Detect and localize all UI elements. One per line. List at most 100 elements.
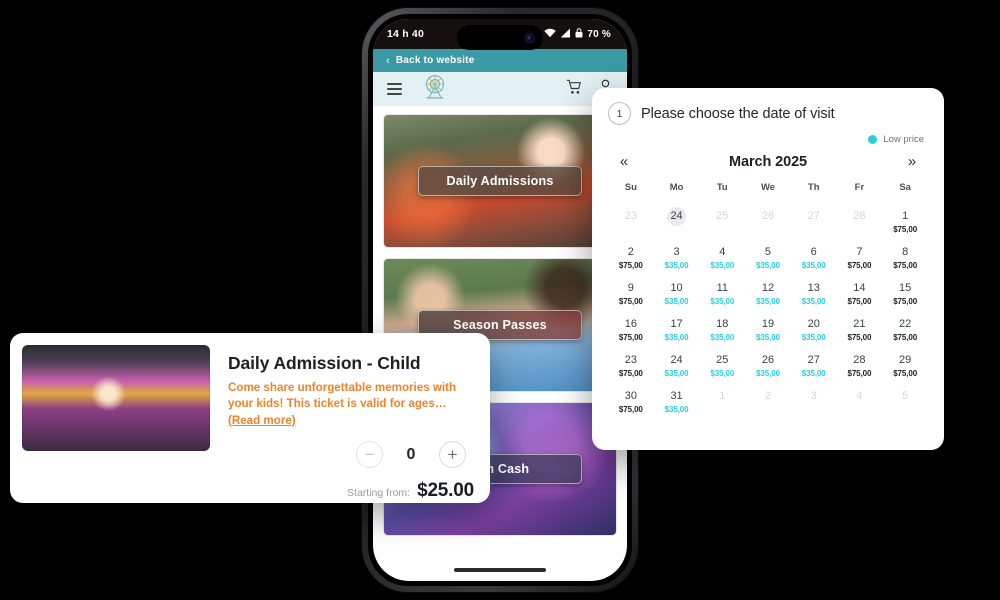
calendar-day-cell: 26: [745, 199, 791, 233]
weekday-label: Th: [807, 182, 820, 193]
calendar-day-cell[interactable]: 16 $75,00: [608, 307, 654, 342]
previous-month-button[interactable]: «: [614, 153, 634, 170]
calendar-day-cell[interactable]: 11 $35,00: [699, 271, 745, 306]
quantity-increase-button[interactable]: +: [439, 441, 466, 469]
calendar-day-cell[interactable]: 25 $35,00: [699, 343, 745, 378]
calendar-day-cell[interactable]: 10 $35,00: [654, 271, 700, 306]
home-indicator[interactable]: [454, 568, 546, 572]
low-price-dot-icon: [868, 135, 878, 144]
calendar-day-cell[interactable]: 24: [654, 199, 700, 233]
quantity-stepper: − 0 +: [228, 441, 478, 469]
calendar-day-cell[interactable]: 23 $75,00: [608, 343, 654, 378]
calendar-day-cell[interactable]: 4 $35,00: [699, 235, 745, 270]
calendar-day-price: $75,00: [847, 369, 872, 378]
current-month-label: March 2025: [729, 153, 807, 170]
calendar-day-cell: 4: [837, 379, 883, 413]
calendar-day-cell[interactable]: 19 $35,00: [745, 307, 791, 342]
calendar-day-price: $35,00: [801, 297, 826, 306]
calendar-day-cell[interactable]: 27 $35,00: [791, 343, 837, 378]
product-thumbnail-image: [22, 345, 210, 451]
calendar-day-grid: 23 24 25 26 27 28 1 $75,00 2 $75,00 3 $35,00 4 $35,00…: [608, 199, 928, 414]
calendar-day-cell[interactable]: 18 $35,00: [699, 307, 745, 342]
calendar-day-number: 18: [716, 318, 729, 330]
front-camera-icon: [524, 32, 535, 43]
back-to-website-bar[interactable]: ‹ Back to website: [373, 49, 627, 72]
calendar-day-number: 21: [853, 318, 866, 330]
calendar-day-number: 5: [764, 246, 772, 258]
product-card: Daily Admission - Child Come share unfor…: [10, 333, 490, 503]
calendar-day-number: 28: [853, 354, 866, 366]
calendar-day-price: $35,00: [801, 369, 826, 378]
weekday-label: Sa: [899, 182, 911, 193]
calendar-day-cell[interactable]: 20 $35,00: [791, 307, 837, 342]
calendar-day-price: $35,00: [801, 333, 826, 342]
calendar-day-number: 4: [856, 390, 863, 402]
calendar-day-cell[interactable]: 22 $75,00: [882, 307, 928, 342]
calendar-day-number: 28: [853, 210, 866, 222]
calendar-day-cell[interactable]: 28 $75,00: [837, 343, 883, 378]
calendar-day-cell[interactable]: 30 $75,00: [608, 379, 654, 414]
calendar-day-cell[interactable]: 9 $75,00: [608, 271, 654, 306]
calendar-day-number: 29: [899, 354, 912, 366]
calendar-day-price: $75,00: [893, 333, 918, 342]
calendar-day-price: $75,00: [618, 261, 643, 270]
weekday-label: We: [760, 182, 776, 193]
calendar-day-cell[interactable]: 5 $35,00: [745, 235, 791, 270]
shopping-cart-icon[interactable]: [566, 79, 582, 100]
date-picker-header: 1 Please choose the date of visit: [608, 102, 928, 125]
feed-card-daily-admissions[interactable]: Daily Admissions: [383, 114, 617, 248]
quantity-decrease-button[interactable]: −: [356, 441, 383, 469]
ferris-wheel-logo[interactable]: [420, 74, 450, 105]
calendar-day-number: 7: [856, 246, 863, 258]
calendar-day-number: 2: [764, 390, 772, 402]
calendar-day-cell: 28: [837, 199, 883, 233]
status-bar: 14 h 40 70 %: [373, 19, 627, 50]
dynamic-island: [457, 25, 543, 50]
calendar-day-price: $75,00: [618, 405, 643, 414]
month-navigation: « March 2025 »: [608, 153, 928, 170]
calendar-day-cell[interactable]: 6 $35,00: [791, 235, 837, 270]
calendar-day-price: $35,00: [664, 333, 689, 342]
hamburger-menu-icon[interactable]: [387, 83, 402, 95]
quantity-value: 0: [406, 445, 416, 463]
product-title: Daily Admission - Child: [228, 353, 421, 373]
calendar-day-price: $35,00: [801, 261, 826, 270]
weekday-label: Su: [624, 182, 637, 193]
calendar-day-number: 12: [761, 282, 775, 294]
calendar-day-cell[interactable]: 24 $35,00: [654, 343, 700, 378]
calendar-day-cell[interactable]: 3 $35,00: [654, 235, 700, 270]
calendar-day-number: 1: [719, 390, 726, 402]
calendar-day-cell: 23: [608, 199, 654, 233]
calendar-day-cell[interactable]: 29 $75,00: [882, 343, 928, 378]
calendar-day-number: 15: [899, 282, 912, 294]
calendar-day-price: $75,00: [893, 297, 918, 306]
calendar-day-number: 1: [902, 210, 909, 222]
product-details: Daily Admission - Child Come share unfor…: [210, 345, 478, 501]
date-picker-panel: 1 Please choose the date of visit Low pr…: [592, 88, 944, 450]
calendar-day-cell[interactable]: 12 $35,00: [745, 271, 791, 306]
calendar-day-number: 23: [624, 354, 637, 366]
calendar-day-cell[interactable]: 26 $35,00: [745, 343, 791, 378]
calendar-day-cell[interactable]: 2 $75,00: [608, 235, 654, 270]
calendar-day-cell[interactable]: 13 $35,00: [791, 271, 837, 306]
product-description-text: Come share unforgettable memories with y…: [228, 381, 457, 411]
calendar-day-cell: 2: [745, 379, 791, 413]
calendar-day-cell[interactable]: 7 $75,00: [837, 235, 883, 270]
battery-lock-icon: [575, 27, 583, 41]
calendar-day-number: 4: [719, 246, 726, 258]
calendar-day-cell[interactable]: 1 $75,00: [882, 199, 928, 234]
calendar-day-cell[interactable]: 31 $35,00: [654, 379, 700, 414]
calendar-day-number: 6: [810, 246, 817, 258]
calendar-day-cell[interactable]: 15 $75,00: [882, 271, 928, 306]
calendar-day-cell[interactable]: 8 $75,00: [882, 235, 928, 270]
calendar-day-cell[interactable]: 17 $35,00: [654, 307, 700, 342]
calendar-day-cell[interactable]: 14 $75,00: [837, 271, 883, 306]
next-month-button[interactable]: »: [902, 153, 922, 170]
read-more-link[interactable]: (Read more): [228, 414, 296, 427]
calendar-day-number: 17: [670, 318, 683, 330]
calendar-day-cell[interactable]: 21 $75,00: [837, 307, 883, 342]
chevron-left-icon: ‹: [386, 54, 390, 67]
calendar-day-price: $35,00: [664, 369, 689, 378]
calendar-day-price: $35,00: [664, 405, 689, 414]
status-time: 14 h 40: [387, 28, 425, 40]
